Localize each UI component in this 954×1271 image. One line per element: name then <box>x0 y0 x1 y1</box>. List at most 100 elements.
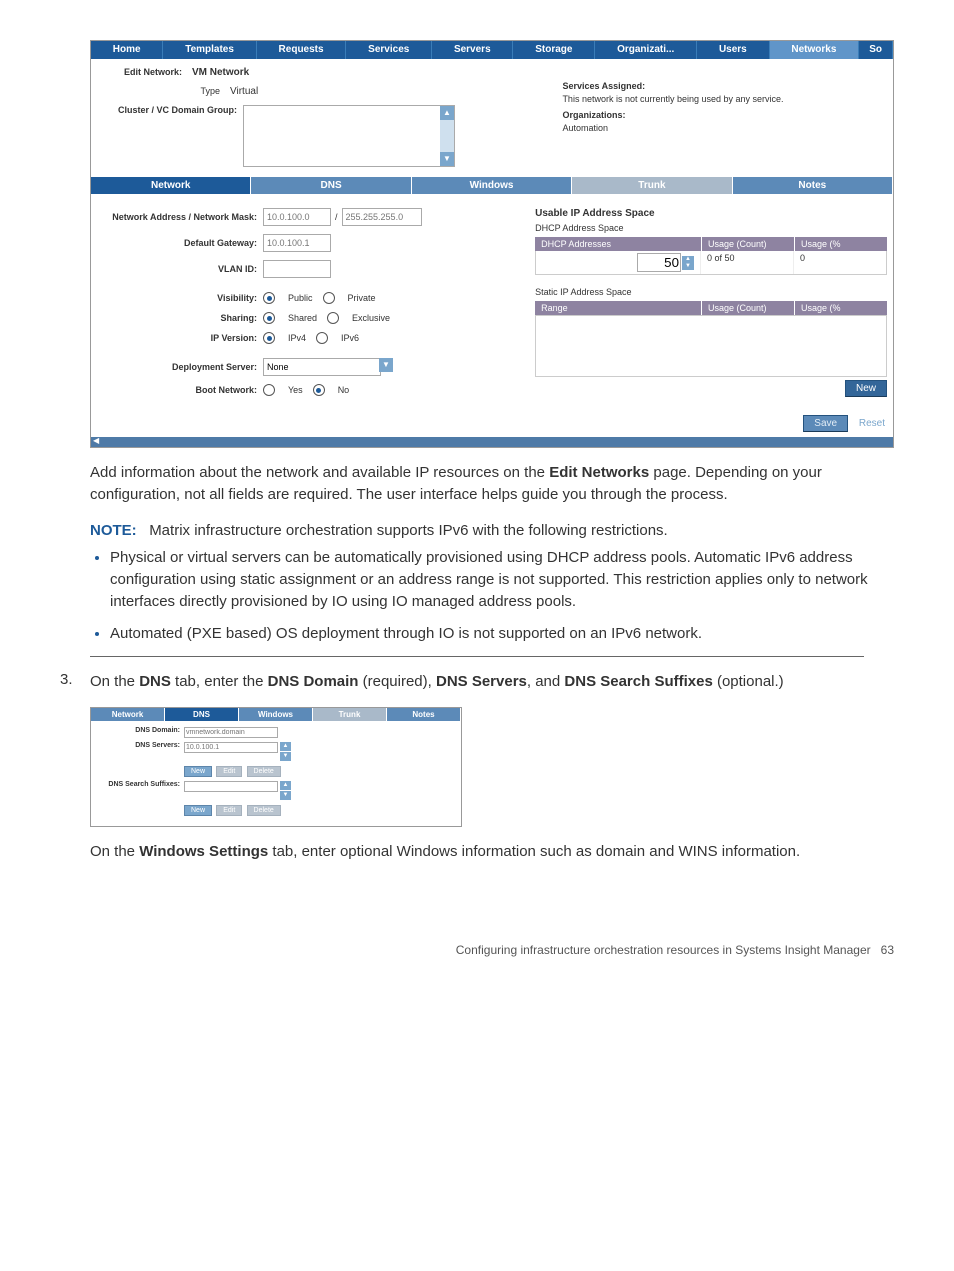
mini-tab-notes[interactable]: Notes <box>387 708 461 721</box>
usage-count-col2: Usage (Count) <box>701 301 794 315</box>
tab-dns[interactable]: DNS <box>251 177 411 194</box>
nav-servers[interactable]: Servers <box>432 41 513 59</box>
scroll-down-icon[interactable]: ▼ <box>440 152 454 166</box>
usage-pct-col: Usage (% <box>794 237 887 251</box>
edit-network-value: VM Network <box>188 67 249 78</box>
sharing-label: Sharing: <box>97 313 263 323</box>
radio-ipv4[interactable] <box>263 332 275 344</box>
organizations-label: Organizations: <box>562 110 885 120</box>
usage-count-col: Usage (Count) <box>701 237 794 251</box>
tab-windows[interactable]: Windows <box>412 177 572 194</box>
spinner-up-icon[interactable]: ▲ <box>682 256 694 263</box>
dns-domain-label: DNS Domain: <box>95 727 184 734</box>
dhcp-qty-spinner[interactable]: ▲▼ <box>637 253 694 272</box>
deployment-select[interactable] <box>263 358 381 376</box>
paragraph-add-info: Add information about the network and av… <box>90 462 894 506</box>
radio-boot-no[interactable] <box>313 384 325 396</box>
spinner-down-icon[interactable]: ▼ <box>682 263 694 270</box>
boot-label: Boot Network: <box>97 385 263 395</box>
servers-delete-button[interactable]: Delete <box>247 766 281 777</box>
servers-new-button[interactable]: New <box>184 766 212 777</box>
scroll-track[interactable] <box>440 120 454 152</box>
reset-button[interactable]: Reset <box>851 418 885 429</box>
vlan-label: VLAN ID: <box>97 264 263 274</box>
suffix-move-up-icon[interactable]: ▲ <box>280 781 291 790</box>
nav-so[interactable]: So <box>859 41 893 59</box>
services-assigned-text: This network is not currently being used… <box>562 94 885 104</box>
mini-tab-windows[interactable]: Windows <box>239 708 313 721</box>
nav-templates[interactable]: Templates <box>163 41 256 59</box>
radio-shared-label: Shared <box>288 313 317 323</box>
tab-trunk[interactable]: Trunk <box>572 177 732 194</box>
network-address-input[interactable] <box>263 208 331 226</box>
cluster-label: Cluster / VC Domain Group: <box>107 105 243 115</box>
nav-networks[interactable]: Networks <box>770 41 860 59</box>
radio-private-label: Private <box>348 293 376 303</box>
dns-servers-input[interactable] <box>184 742 278 753</box>
tab-network[interactable]: Network <box>91 177 251 194</box>
dns-servers-label: DNS Servers: <box>95 742 184 749</box>
bullet-1: Physical or virtual servers can be autom… <box>110 547 894 612</box>
radio-private[interactable] <box>323 292 335 304</box>
static-grid-header: Range Usage (Count) Usage (% <box>535 301 887 315</box>
nav-organizati[interactable]: Organizati... <box>595 41 697 59</box>
suffix-delete-button[interactable]: Delete <box>247 805 281 816</box>
radio-boot-yes-label: Yes <box>288 385 303 395</box>
nav-storage[interactable]: Storage <box>513 41 595 59</box>
chevron-down-icon[interactable]: ▼ <box>379 358 393 372</box>
radio-exclusive[interactable] <box>327 312 339 324</box>
radio-boot-no-label: No <box>338 385 350 395</box>
suffix-new-button[interactable]: New <box>184 805 212 816</box>
note-prefix: NOTE: <box>90 522 137 539</box>
type-value: Virtual <box>226 86 258 97</box>
sub-tab-bar: Network DNS Windows Trunk Notes <box>91 177 893 194</box>
gateway-input[interactable] <box>263 234 331 252</box>
cluster-listbox[interactable]: ▲ ▼ <box>243 105 455 167</box>
radio-boot-yes[interactable] <box>263 384 275 396</box>
dhcp-grid-row: ▲▼ 0 of 50 0 <box>535 251 887 275</box>
dhcp-count-cell: 0 of 50 <box>700 251 793 274</box>
radio-ipv6-label: IPv6 <box>341 333 359 343</box>
nav-home[interactable]: Home <box>91 41 163 59</box>
network-mask-input[interactable] <box>342 208 422 226</box>
services-assigned-label: Services Assigned: <box>562 81 885 91</box>
horizontal-scrollbar[interactable] <box>91 437 893 447</box>
scroll-up-icon[interactable]: ▲ <box>440 106 454 120</box>
bullet-2: Automated (PXE based) OS deployment thro… <box>110 623 894 645</box>
move-down-icon[interactable]: ▼ <box>280 752 291 761</box>
nav-users[interactable]: Users <box>697 41 769 59</box>
radio-ipv6[interactable] <box>316 332 328 344</box>
netmask-label: Network Address / Network Mask: <box>97 212 263 222</box>
windows-settings-paragraph: On the Windows Settings tab, enter optio… <box>90 841 894 863</box>
mini-tab-dns[interactable]: DNS <box>165 708 239 721</box>
vlan-input[interactable] <box>263 260 331 278</box>
page-footer: Configuring infrastructure orchestration… <box>60 943 894 957</box>
usable-ip-header: Usable IP Address Space <box>535 208 887 219</box>
usage-pct-col2: Usage (% <box>794 301 887 315</box>
dns-domain-input[interactable] <box>184 727 278 738</box>
note-text: Matrix infrastructure orchestration supp… <box>149 522 668 539</box>
radio-public[interactable] <box>263 292 275 304</box>
nav-services[interactable]: Services <box>346 41 432 59</box>
nav-requests[interactable]: Requests <box>257 41 347 59</box>
suffix-move-down-icon[interactable]: ▼ <box>280 791 291 800</box>
mini-tab-trunk[interactable]: Trunk <box>313 708 387 721</box>
radio-shared[interactable] <box>263 312 275 324</box>
step-3-number: 3. <box>60 671 90 693</box>
move-up-icon[interactable]: ▲ <box>280 742 291 751</box>
dhcp-qty-input[interactable] <box>637 253 681 272</box>
new-button[interactable]: New <box>845 380 887 397</box>
ipversion-label: IP Version: <box>97 333 263 343</box>
dns-suffix-input[interactable] <box>184 781 278 792</box>
servers-edit-button[interactable]: Edit <box>216 766 242 777</box>
suffix-edit-button[interactable]: Edit <box>216 805 242 816</box>
tab-notes[interactable]: Notes <box>733 177 893 194</box>
radio-ipv4-label: IPv4 <box>288 333 306 343</box>
deployment-label: Deployment Server: <box>97 362 263 372</box>
visibility-label: Visibility: <box>97 293 263 303</box>
edit-network-screenshot: Home Templates Requests Services Servers… <box>90 40 894 448</box>
mini-tab-network[interactable]: Network <box>91 708 165 721</box>
static-grid-body <box>535 315 887 377</box>
gateway-label: Default Gateway: <box>97 238 263 248</box>
save-button[interactable]: Save <box>803 415 848 432</box>
